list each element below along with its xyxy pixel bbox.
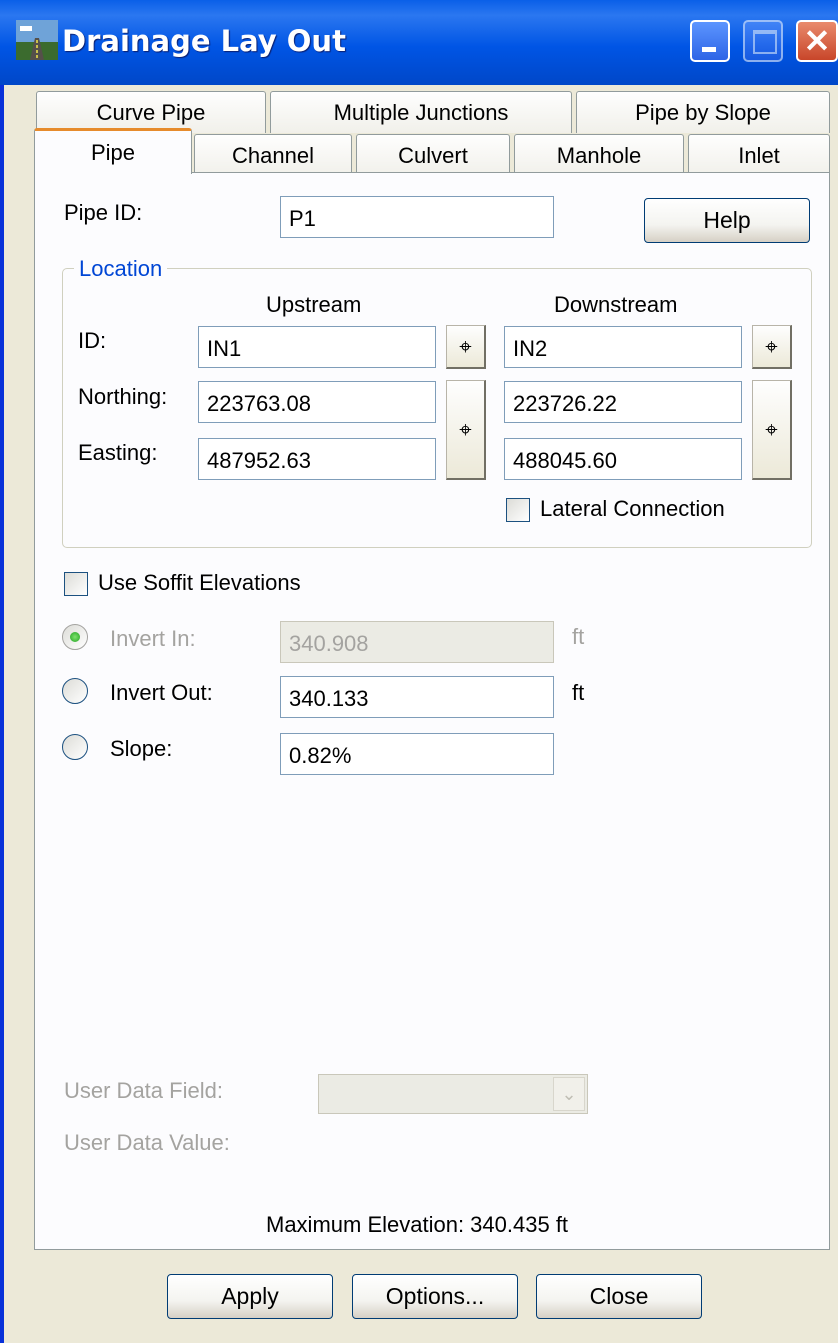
road-icon: [16, 20, 58, 60]
upstream-header: Upstream: [266, 292, 362, 317]
easting-label: Easting:: [78, 440, 158, 465]
location-title: Location: [74, 256, 168, 282]
user-data-field-label: User Data Field:: [64, 1078, 223, 1103]
crosshair-pick-icon: ⌖: [765, 416, 778, 442]
pick-upstream-id-button[interactable]: ⌖: [446, 325, 486, 369]
pick-downstream-id-button[interactable]: ⌖: [752, 325, 792, 369]
tab-manhole[interactable]: Manhole: [514, 134, 684, 176]
drainage-layout-window: Drainage Lay Out ✕ Curve Pipe Multiple J…: [0, 0, 838, 1343]
tab-inlet[interactable]: Inlet: [688, 134, 830, 176]
tab-curve-pipe[interactable]: Curve Pipe: [36, 91, 266, 133]
window-title: Drainage Lay Out: [62, 24, 346, 58]
upstream-northing-field[interactable]: 223763.08: [198, 381, 436, 423]
pipe-id-field[interactable]: P1: [280, 196, 554, 238]
crosshair-pick-icon: ⌖: [765, 333, 778, 359]
options-button[interactable]: Options...: [352, 1274, 518, 1319]
user-data-value-label: User Data Value:: [64, 1130, 230, 1155]
location-id-label: ID:: [78, 328, 107, 353]
apply-button[interactable]: Apply: [167, 1274, 333, 1319]
use-soffit-checkbox[interactable]: [64, 572, 88, 596]
slope-field[interactable]: 0.82%: [280, 733, 554, 775]
tab-multiple-junctions[interactable]: Multiple Junctions: [270, 91, 572, 133]
max-elevation-status: Maximum Elevation: 340.435 ft: [266, 1212, 569, 1237]
downstream-header: Downstream: [554, 292, 678, 317]
close-icon[interactable]: ✕: [796, 20, 838, 62]
tab-channel[interactable]: Channel: [194, 134, 352, 176]
invert-out-label: Invert Out:: [110, 680, 213, 705]
invert-in-unit: ft: [572, 624, 585, 649]
minimize-icon[interactable]: [690, 20, 730, 62]
tab-pipe[interactable]: Pipe: [34, 128, 192, 174]
pick-upstream-point-button[interactable]: ⌖: [446, 380, 486, 480]
invert-out-radio[interactable]: [62, 678, 88, 704]
invert-out-field[interactable]: 340.133: [280, 676, 554, 718]
upstream-id-field[interactable]: IN1: [198, 326, 436, 368]
lateral-connection-checkbox[interactable]: [506, 498, 530, 522]
invert-in-label: Invert In:: [110, 626, 196, 651]
pipe-id-label: Pipe ID:: [64, 200, 143, 225]
pick-downstream-point-button[interactable]: ⌖: [752, 380, 792, 480]
user-data-field-select[interactable]: ⌄: [318, 1074, 588, 1114]
tab-culvert[interactable]: Culvert: [356, 134, 510, 176]
downstream-northing-field[interactable]: 223726.22: [504, 381, 742, 423]
invert-out-unit: ft: [572, 680, 585, 705]
downstream-easting-field[interactable]: 488045.60: [504, 438, 742, 480]
invert-in-field[interactable]: 340.908: [280, 621, 554, 663]
crosshair-pick-icon: ⌖: [459, 333, 472, 359]
slope-radio[interactable]: [62, 734, 88, 760]
tab-pipe-by-slope[interactable]: Pipe by Slope: [576, 91, 830, 133]
slope-label: Slope:: [110, 736, 173, 761]
radio-selected-dot: [70, 632, 80, 642]
close-button[interactable]: Close: [536, 1274, 702, 1319]
use-soffit-label: Use Soffit Elevations: [98, 570, 301, 595]
chevron-down-icon[interactable]: ⌄: [553, 1077, 585, 1111]
title-bar[interactable]: Drainage Lay Out ✕: [0, 0, 838, 85]
downstream-id-field[interactable]: IN2: [504, 326, 742, 368]
lateral-connection-label: Lateral Connection: [540, 496, 725, 521]
maximize-icon[interactable]: [743, 20, 783, 62]
crosshair-pick-icon: ⌖: [459, 416, 472, 442]
northing-label: Northing:: [78, 384, 168, 409]
help-button[interactable]: Help: [644, 198, 810, 243]
upstream-easting-field[interactable]: 487952.63: [198, 438, 436, 480]
invert-in-radio[interactable]: [62, 624, 88, 650]
